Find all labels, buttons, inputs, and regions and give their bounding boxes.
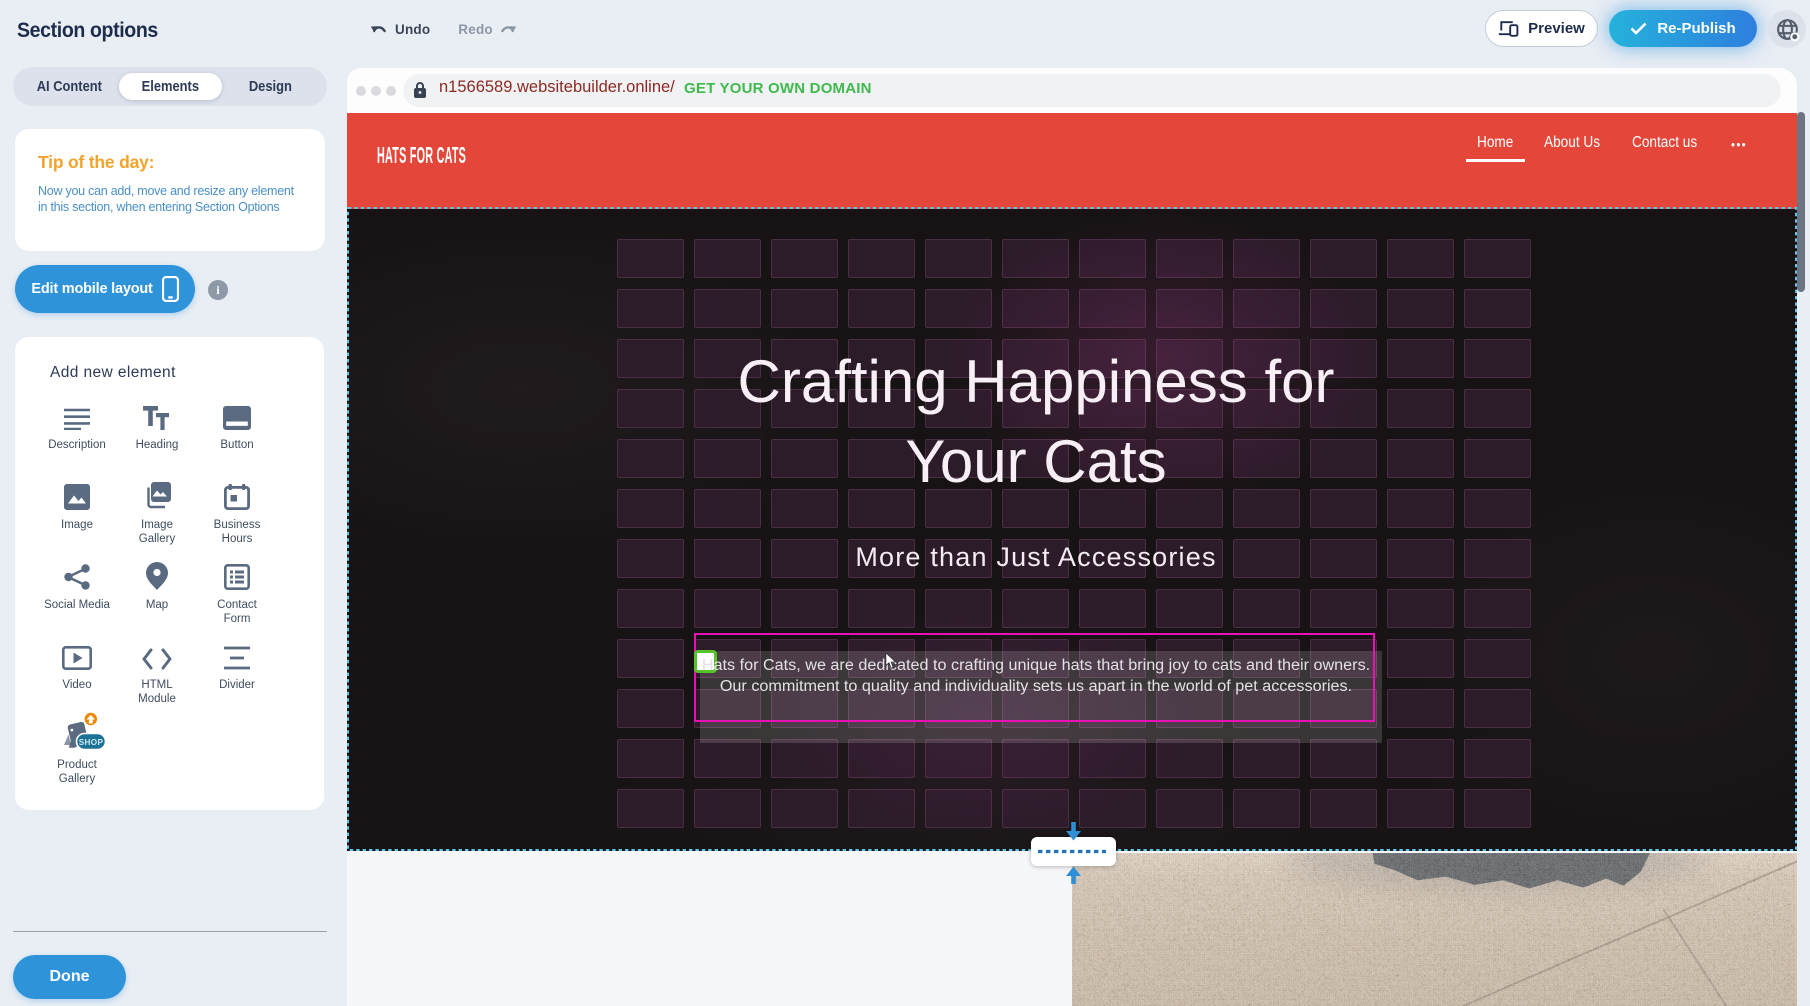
svg-text:SHOP: SHOP [78,738,103,747]
